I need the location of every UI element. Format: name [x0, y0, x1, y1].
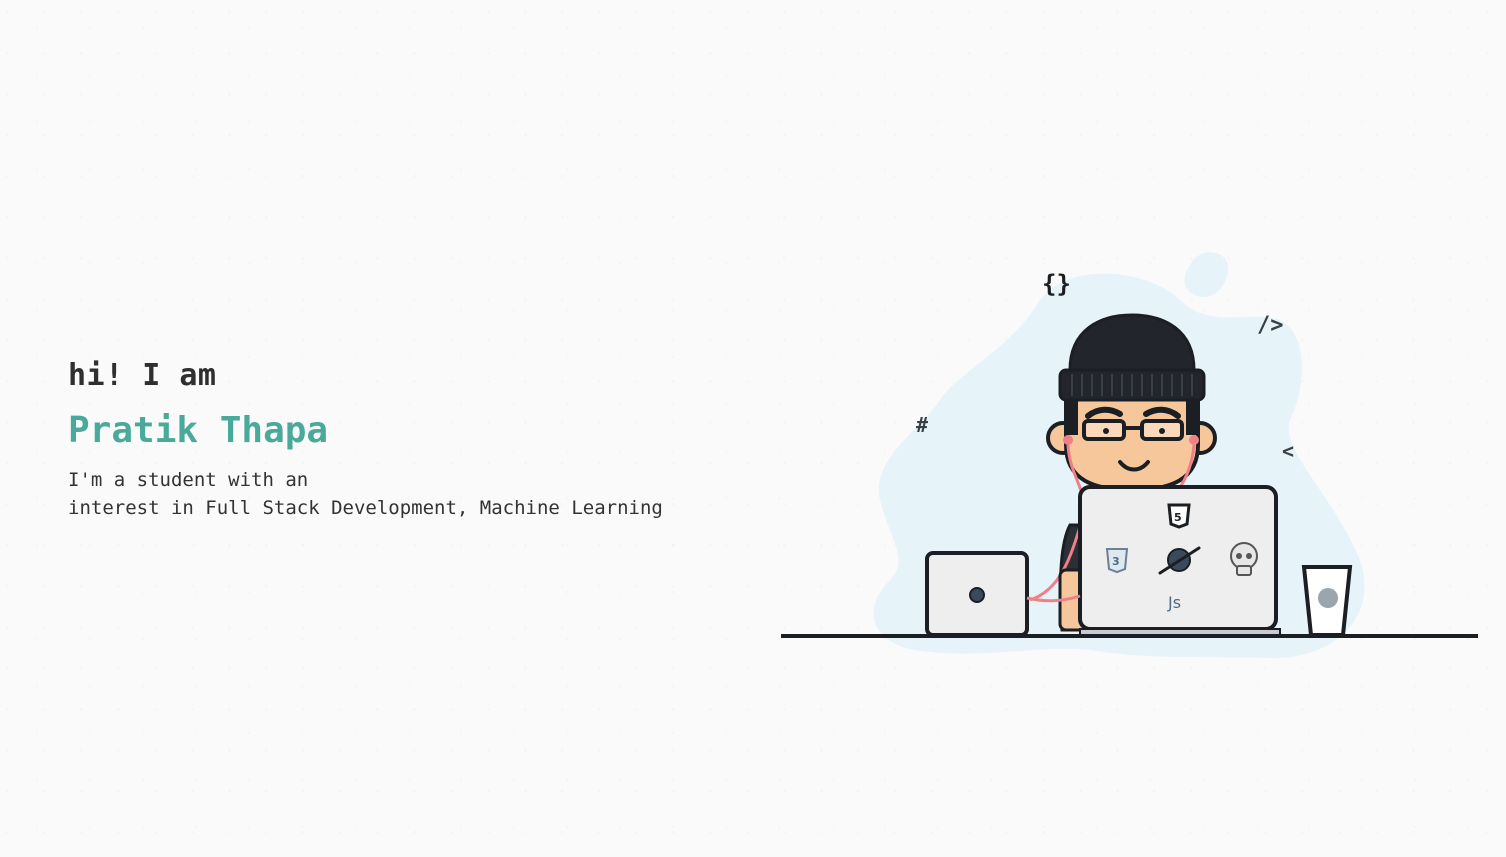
left-eye [1103, 428, 1109, 434]
name-heading: Pratik Thapa [68, 410, 329, 451]
right-earbud [1189, 435, 1199, 445]
html5-icon-glyph: 5 [1174, 511, 1182, 524]
curly-braces-icon: {} [1042, 270, 1071, 298]
left-earbud [1063, 435, 1073, 445]
angle-bracket-icon: < [1282, 439, 1294, 463]
greeting-heading: hi! I am [68, 358, 217, 393]
cup-logo [1318, 588, 1338, 608]
developer-illustration: {} /> # < 5 3 Js [781, 252, 1478, 659]
skull-jaw [1236, 565, 1252, 576]
page: hi! I am Pratik Thapa I'm a student with… [0, 0, 1506, 857]
hash-icon: # [916, 413, 928, 437]
background-blob-small [1184, 252, 1229, 298]
bio-text: I'm a student with an interest in Full S… [68, 466, 768, 522]
hero-intro: hi! I am Pratik Thapa I'm a student with… [68, 356, 768, 522]
right-eye [1159, 428, 1165, 434]
css3-icon-glyph: 3 [1112, 555, 1120, 568]
small-laptop-logo [969, 587, 985, 603]
skull-eye-right [1246, 553, 1252, 559]
slash-tag-icon: /> [1257, 313, 1284, 338]
bio-line-1: I'm a student with an [68, 469, 309, 491]
skull-eye-left [1236, 553, 1242, 559]
bio-line-2: interest in Full Stack Development, Mach… [68, 497, 663, 519]
js-icon: Js [1167, 593, 1181, 612]
